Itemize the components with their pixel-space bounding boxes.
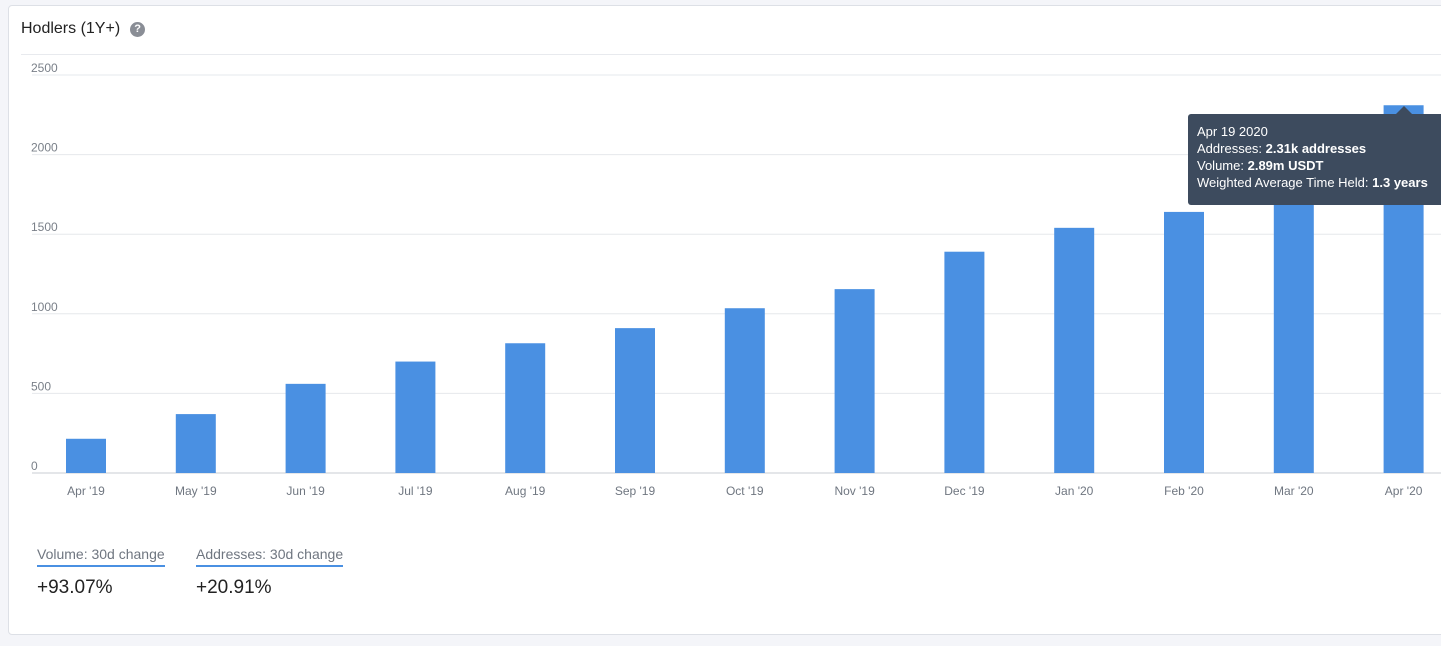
bar[interactable] xyxy=(1273,159,1314,473)
y-tick-label: 1500 xyxy=(31,220,58,234)
bar[interactable] xyxy=(66,438,106,473)
bar[interactable] xyxy=(724,308,765,473)
tooltip-addresses: Addresses: 2.31k addresses xyxy=(1197,141,1367,156)
hodlers-bar-chart[interactable]: 0 500 1000 1500 2000 2500 Apr '19 May '19 Jun '1… xyxy=(0,0,1441,520)
bar[interactable] xyxy=(505,343,546,473)
bar[interactable] xyxy=(615,328,655,473)
tooltip-date: Apr 19 2020 xyxy=(1197,124,1268,139)
y-tick-label: 1000 xyxy=(31,300,58,314)
x-tick-label: Dec '19 xyxy=(944,484,985,498)
bar[interactable] xyxy=(944,251,985,473)
bar[interactable] xyxy=(175,414,216,473)
x-tick-label: Jul '19 xyxy=(398,484,433,498)
volume-change-label[interactable]: Volume: 30d change xyxy=(37,546,165,567)
chart-tooltip: Apr 19 2020 Addresses: 2.31k addresses V… xyxy=(1188,114,1441,205)
x-tick-label: Apr '19 xyxy=(67,484,105,498)
x-tick-label: Sep '19 xyxy=(615,484,656,498)
x-tick-label: Feb '20 xyxy=(1164,484,1204,498)
y-tick-label: 0 xyxy=(31,459,38,473)
x-tick-label: Apr '20 xyxy=(1385,484,1423,498)
x-tick-label: Jun '19 xyxy=(286,484,325,498)
y-tick-label: 2000 xyxy=(31,141,58,155)
bar[interactable] xyxy=(1164,211,1204,474)
addresses-change-label[interactable]: Addresses: 30d change xyxy=(196,546,344,567)
x-tick-label: Nov '19 xyxy=(834,484,875,498)
tooltip-time-held: Weighted Average Time Held: 1.3 years xyxy=(1197,175,1428,190)
x-tick-label: Aug '19 xyxy=(505,484,546,498)
addresses-change-metric[interactable]: Addresses: 30d change +20.91% xyxy=(196,546,344,599)
x-tick-label: Mar '20 xyxy=(1274,484,1314,498)
tooltip-volume: Volume: 2.89m USDT xyxy=(1197,158,1324,173)
x-tick-label: Oct '19 xyxy=(726,484,764,498)
bar[interactable] xyxy=(285,383,326,473)
y-tick-label: 2500 xyxy=(31,61,58,75)
tooltip-arrow xyxy=(1396,106,1412,114)
x-tick-label: May '19 xyxy=(175,484,217,498)
bar[interactable] xyxy=(834,289,875,473)
y-tick-label: 500 xyxy=(31,379,51,393)
x-tick-label: Jan '20 xyxy=(1055,484,1094,498)
volume-change-metric[interactable]: Volume: 30d change +93.07% xyxy=(37,546,165,599)
bar[interactable] xyxy=(1054,227,1095,473)
volume-change-value: +93.07% xyxy=(37,577,113,598)
bar[interactable] xyxy=(395,361,436,473)
addresses-change-value: +20.91% xyxy=(196,577,272,598)
